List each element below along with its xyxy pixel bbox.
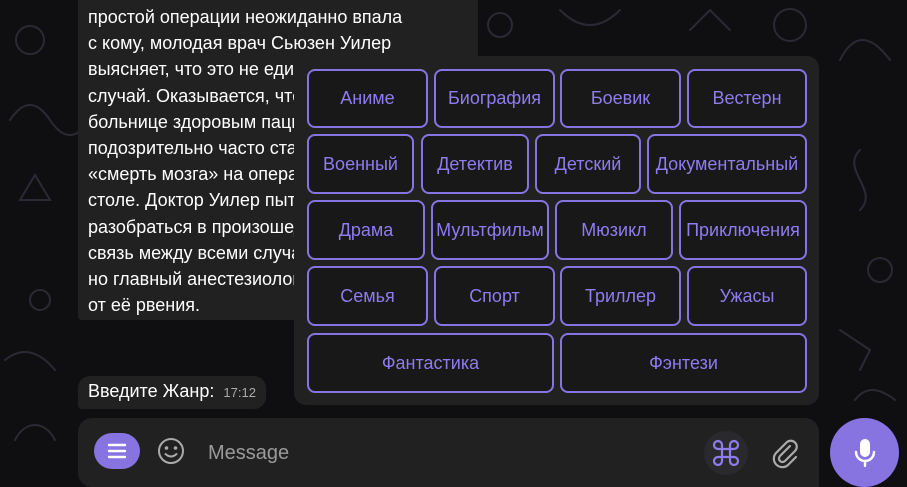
genre-button-drama[interactable]: Драма bbox=[307, 200, 425, 260]
genre-button-western[interactable]: Вестерн bbox=[687, 69, 807, 128]
message-line: с кому, молодая врач Сьюзен Уилер bbox=[88, 33, 392, 54]
prompt-bubble: Введите Жанр: 17:12 bbox=[78, 376, 266, 409]
reply-keyboard: Аниме Биография Боевик Вестерн Военный Д… bbox=[294, 56, 819, 405]
voice-record-button[interactable] bbox=[830, 418, 899, 487]
genre-button-documentary[interactable]: Документальный bbox=[647, 134, 807, 194]
genre-button-thriller[interactable]: Триллер bbox=[560, 266, 681, 326]
genre-button-kids[interactable]: Детский bbox=[535, 134, 641, 194]
genre-button-anime[interactable]: Аниме bbox=[307, 69, 428, 128]
message-composer bbox=[78, 418, 819, 487]
genre-button-detective[interactable]: Детектив bbox=[421, 134, 529, 194]
command-icon bbox=[712, 439, 740, 467]
microphone-icon bbox=[854, 438, 875, 467]
bot-commands-button[interactable] bbox=[704, 431, 748, 475]
genre-button-musical[interactable]: Мюзикл bbox=[555, 200, 673, 260]
attach-button[interactable] bbox=[768, 436, 802, 470]
genre-button-biography[interactable]: Биография bbox=[434, 69, 555, 128]
message-line: простой операции неожиданно впала bbox=[88, 7, 403, 27]
genre-button-action[interactable]: Боевик bbox=[560, 69, 681, 128]
emoji-icon bbox=[158, 438, 184, 464]
genre-button-adventure[interactable]: Приключения bbox=[679, 200, 807, 260]
genre-button-family[interactable]: Семья bbox=[307, 266, 428, 326]
emoji-button[interactable] bbox=[156, 436, 186, 466]
paperclip-icon bbox=[772, 439, 798, 469]
genre-button-war[interactable]: Военный bbox=[307, 134, 414, 194]
prompt-text: Введите Жанр: bbox=[88, 381, 215, 401]
genre-button-fantasy[interactable]: Фэнтези bbox=[560, 333, 807, 393]
genre-button-sport[interactable]: Спорт bbox=[434, 266, 555, 326]
message-time: 17:12 bbox=[223, 385, 256, 400]
genre-button-horror[interactable]: Ужасы bbox=[687, 266, 807, 326]
bot-menu-button[interactable] bbox=[94, 433, 140, 469]
genre-button-sci-fi[interactable]: Фантастика bbox=[307, 333, 554, 393]
genre-button-cartoon[interactable]: Мультфильм bbox=[431, 200, 549, 260]
menu-icon bbox=[107, 443, 127, 459]
message-input[interactable] bbox=[206, 438, 690, 468]
